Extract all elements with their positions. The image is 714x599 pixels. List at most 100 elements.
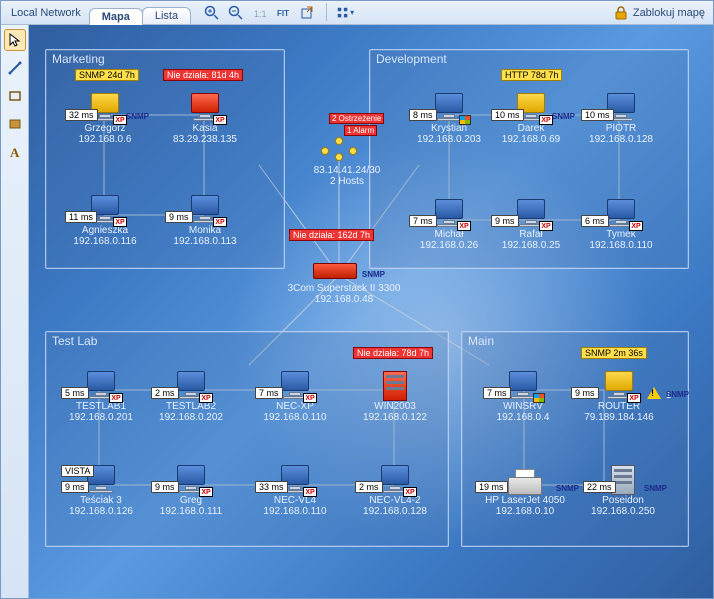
- node-monika[interactable]: XP 9 ms Monika 192.168.0.113: [163, 185, 247, 247]
- ping-badge: 5 ms: [61, 387, 89, 399]
- node-rafal[interactable]: XP 9 ms Rafał 192.168.0.25: [489, 189, 573, 251]
- warnings-badge: 2 Ostrzeżenie: [329, 113, 384, 124]
- map-canvas[interactable]: Marketing Development Test Lab Main 2 Os…: [29, 25, 713, 598]
- status-overlay: HTTP 78d 7h: [501, 69, 562, 81]
- toolbar: Local Network Mapa Lista 1:1 FIT ▾ Zablo…: [1, 1, 713, 25]
- snmp-tag: SNMP: [362, 270, 385, 279]
- node-name: Tymek: [579, 229, 663, 240]
- node-ip: 192.168.0.69: [489, 134, 573, 145]
- fit-icon[interactable]: FIT: [274, 3, 294, 23]
- node-name: NEC-XP: [253, 401, 337, 412]
- snmp-tag: SNMP: [556, 484, 579, 493]
- node-winsrv[interactable]: 7 ms WINSRV 192.168.0.4: [481, 361, 565, 423]
- node-ip: 83.29.238.135: [163, 134, 247, 145]
- group-title: Main: [468, 334, 494, 348]
- ping-badge: 9 ms: [61, 481, 89, 493]
- line-tool-icon[interactable]: [4, 57, 26, 79]
- node-name: Teściak 3: [59, 495, 143, 506]
- node-name: PIOTR: [579, 123, 663, 134]
- node-agnieszka[interactable]: XP 11 ms Agnieszka 192.168.0.116: [63, 185, 147, 247]
- lock-map-button[interactable]: Zablokuj mapę: [609, 5, 709, 21]
- ping-badge: 32 ms: [65, 109, 98, 121]
- node-name: NEC-VL4: [253, 495, 337, 506]
- node-ip: 192.168.0.128: [579, 134, 663, 145]
- rect-tool-icon[interactable]: [4, 85, 26, 107]
- node-ip: 192.168.0.203: [407, 134, 491, 145]
- node-name: Kasia: [163, 123, 247, 134]
- ping-badge: 9 ms: [165, 211, 193, 223]
- subnet-label: 83.14.41.24/30 2 Hosts: [297, 165, 397, 187]
- node-necvl4[interactable]: XP 33 ms NEC-VL4 192.168.0.110: [253, 455, 337, 517]
- node-name: NEC-VL4-2: [353, 495, 437, 506]
- node-ip: 192.168.0.111: [149, 506, 233, 517]
- svg-text:1:1: 1:1: [254, 9, 267, 19]
- text-tool-icon[interactable]: A: [4, 141, 26, 163]
- group-title: Test Lab: [52, 334, 97, 348]
- zoom-in-icon[interactable]: [202, 3, 222, 23]
- node-name: Krystian: [407, 123, 491, 134]
- node-michal[interactable]: XP 7 ms Michał 192.168.0.26: [407, 189, 491, 251]
- ping-badge: 9 ms: [571, 387, 599, 399]
- node-ip: 192.168.0.10: [473, 506, 577, 517]
- node-name: Poseidon: [581, 495, 665, 506]
- node-name: TESTLAB1: [59, 401, 143, 412]
- node-ip: 192.168.0.4: [481, 412, 565, 423]
- lock-icon: [613, 5, 629, 21]
- node-win2003[interactable]: Nie działa: 78d 7h WIN2003 192.168.0.122: [353, 361, 437, 423]
- warning-icon: [647, 387, 661, 399]
- node-ip: 192.168.0.122: [353, 412, 437, 423]
- snmp-tag: SNMP: [552, 112, 575, 121]
- server-icon: [380, 371, 410, 401]
- node-tymek[interactable]: XP 6 ms Tymek 192.168.0.110: [579, 189, 663, 251]
- arrange-icon[interactable]: ▾: [335, 3, 355, 23]
- node-necxp[interactable]: XP 7 ms NEC-XP 192.168.0.110: [253, 361, 337, 423]
- ping-badge: 10 ms: [581, 109, 614, 121]
- cloud-icon[interactable]: [321, 137, 361, 161]
- ping-badge: 10 ms: [491, 109, 524, 121]
- node-name: ROUTER: [569, 401, 669, 412]
- node-ip: 192.168.0.110: [253, 506, 337, 517]
- node-necvl42[interactable]: XP 2 ms NEC-VL4-2 192.168.0.128: [353, 455, 437, 517]
- node-tesciak3[interactable]: VISTA 9 ms Teściak 3 192.168.0.126: [59, 455, 143, 517]
- node-darek[interactable]: HTTP 78d 7h XP 10 ms SNMP Darek 192.168.…: [489, 83, 573, 145]
- node-router[interactable]: SNMP 2m 36s XP 9 ms 1 SNMP ROUTER 79.189…: [569, 361, 669, 423]
- node-ip: 192.168.0.116: [63, 236, 147, 247]
- computer-icon: XP: [187, 93, 223, 123]
- tab-list[interactable]: Lista: [142, 7, 191, 24]
- node-name: Greg: [149, 495, 233, 506]
- node-grzegorz[interactable]: SNMP 24d 7h XP 32 ms SNMP Grzegorz 192.1…: [63, 83, 147, 145]
- node-hplj[interactable]: 19 ms SNMP HP LaserJet 4050 192.168.0.10: [473, 455, 577, 517]
- switch-device[interactable]: SNMP: [313, 263, 357, 279]
- lock-map-label: Zablokuj mapę: [633, 7, 705, 19]
- zoom-reset-icon[interactable]: 1:1: [250, 3, 270, 23]
- status-overlay: SNMP 24d 7h: [75, 69, 139, 81]
- zoom-out-icon[interactable]: [226, 3, 246, 23]
- export-icon[interactable]: [298, 3, 318, 23]
- fillrect-tool-icon[interactable]: [4, 113, 26, 135]
- node-kasia[interactable]: Nie działa: 81d 4h XP Kasia 83.29.238.13…: [163, 83, 247, 145]
- node-name: Darek: [489, 123, 573, 134]
- node-ip: 192.168.0.26: [407, 240, 491, 251]
- node-piotr[interactable]: 10 ms PIOTR 192.168.0.128: [579, 83, 663, 145]
- node-ip: 192.168.0.113: [163, 236, 247, 247]
- side-toolbar: A: [1, 25, 29, 598]
- node-testlab1[interactable]: XP 5 ms TESTLAB1 192.168.0.201: [59, 361, 143, 423]
- pointer-tool-icon[interactable]: [4, 29, 26, 51]
- node-name: WIN2003: [353, 401, 437, 412]
- computer-icon: XP: [601, 371, 637, 401]
- ping-badge: 22 ms: [583, 481, 616, 493]
- ping-badge: 7 ms: [255, 387, 283, 399]
- node-ip: 192.168.0.128: [353, 506, 437, 517]
- node-poseidon[interactable]: 22 ms SNMP Poseidon 192.168.0.250: [581, 455, 665, 517]
- node-name: TESTLAB2: [149, 401, 233, 412]
- node-testlab2[interactable]: XP 2 ms TESTLAB2 192.168.0.202: [149, 361, 233, 423]
- tab-map[interactable]: Mapa: [89, 8, 143, 25]
- breadcrumb[interactable]: Local Network: [5, 7, 87, 19]
- node-ip: 192.168.0.201: [59, 412, 143, 423]
- os-badge: VISTA: [61, 465, 94, 477]
- svg-text:FIT: FIT: [277, 9, 289, 18]
- node-krystian[interactable]: 8 ms Krystian 192.168.0.203: [407, 83, 491, 145]
- group-title: Marketing: [52, 52, 105, 66]
- node-greg[interactable]: XP 9 ms Greg 192.168.0.111: [149, 455, 233, 517]
- snmp-tag: SNMP: [126, 112, 149, 121]
